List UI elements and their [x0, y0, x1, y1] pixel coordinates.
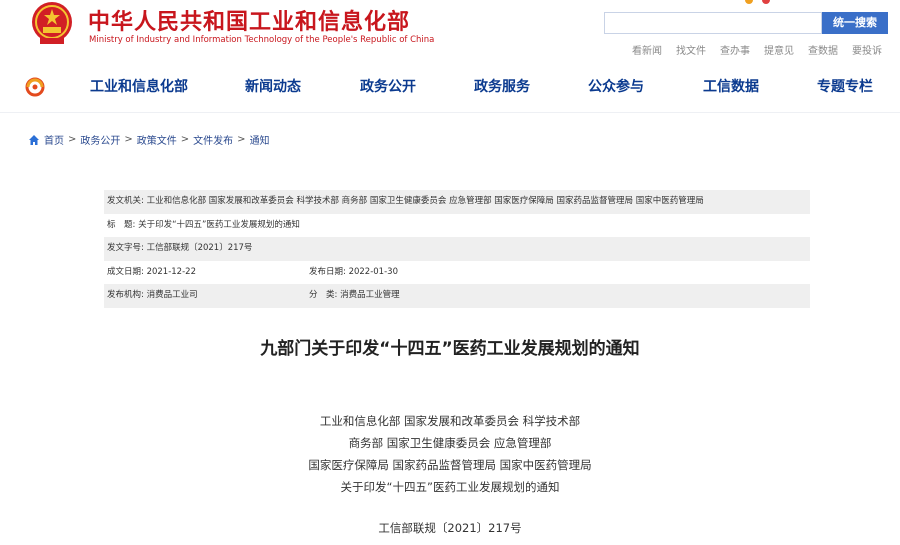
meta-row-agency: 发布机构: 消费品工业司 分 类: 消费品工业管理 — [104, 284, 810, 308]
meta-published-label: 发布日期: — [309, 266, 346, 277]
ministry-logo-icon[interactable] — [24, 76, 46, 98]
meta-category-label: 分 类: — [309, 290, 338, 300]
quick-link-files[interactable]: 找文件 — [676, 42, 706, 57]
site-subtitle: Ministry of Industry and Information Tec… — [89, 35, 435, 45]
quick-links: 看新闻 找文件 查办事 提意见 查数据 要投诉 — [632, 42, 882, 57]
document-line: 关于印发“十四五”医药工业发展规划的通知 — [340, 480, 560, 494]
meta-title-value: 关于印发“十四五”医药工业发展规划的通知 — [138, 219, 300, 230]
document-line: 商务部 国家卫生健康委员会 应急管理部 — [348, 436, 552, 450]
site-title[interactable]: 中华人民共和国工业和信息化部 — [88, 4, 410, 36]
nav-item-ministry[interactable]: 工业和信息化部 — [90, 76, 188, 96]
meta-published-cell: 发布日期: 2022-01-30 — [309, 261, 398, 285]
meta-agency-value: 消费品工业司 — [146, 290, 198, 300]
meta-row-title: 标 题: 关于印发“十四五”医药工业发展规划的通知 — [104, 214, 810, 238]
breadcrumb: 首页 > 政务公开 > 政策文件 > 文件发布 > 通知 — [28, 132, 270, 147]
site-header: 中华人民共和国工业和信息化部 Ministry of Industry and … — [0, 0, 900, 62]
header-divider — [0, 112, 900, 113]
breadcrumb-separator: > — [68, 134, 77, 145]
meta-category-value: 消费品工业管理 — [340, 290, 400, 300]
search-input[interactable] — [604, 12, 822, 34]
meta-issuer-value: 工业和信息化部 国家发展和改革委员会 科学技术部 商务部 国家卫生健康委员会 应… — [146, 196, 704, 206]
national-emblem-icon[interactable] — [28, 0, 76, 48]
breadcrumb-separator: > — [180, 134, 190, 145]
breadcrumb-notice[interactable]: 通知 — [250, 132, 270, 147]
nav-item-public-participation[interactable]: 公众参与 — [588, 76, 644, 96]
breadcrumb-separator: > — [124, 134, 133, 145]
breadcrumb-policy-files[interactable]: 政策文件 — [137, 132, 177, 147]
nav-item-data[interactable]: 工信数据 — [703, 76, 759, 96]
quick-link-news[interactable]: 看新闻 — [632, 42, 662, 57]
document-line: 工业和信息化部 国家发展和改革委员会 科学技术部 — [319, 414, 581, 428]
meta-created-value: 2021-12-22 — [146, 266, 196, 277]
meta-agency-label: 发布机构: — [107, 290, 144, 300]
document-header-lines: 工业和信息化部 国家发展和改革委员会 科学技术部 商务部 国家卫生健康委员会 应… — [0, 410, 900, 498]
document-meta-table: 发文机关: 工业和信息化部 国家发展和改革委员会 科学技术部 商务部 国家卫生健… — [104, 190, 810, 308]
meta-published-value: 2022-01-30 — [348, 266, 398, 277]
quick-link-services[interactable]: 查办事 — [720, 42, 750, 57]
decorative-dot — [762, 0, 770, 4]
meta-issuer-label: 发文机关: — [107, 196, 144, 206]
document-number: 工信部联规〔2021〕217号 — [378, 521, 522, 535]
nav-item-gov-affairs[interactable]: 政务公开 — [360, 76, 416, 96]
meta-row-docno: 发文字号: 工信部联规〔2021〕217号 — [104, 237, 810, 261]
main-nav: 工业和信息化部 新闻动态 政务公开 政务服务 公众参与 工信数据 专题专栏 — [0, 70, 900, 104]
breadcrumb-separator: > — [237, 134, 246, 145]
breadcrumb-home[interactable]: 首页 — [44, 132, 64, 147]
nav-item-gov-services[interactable]: 政务服务 — [474, 76, 530, 96]
meta-row-issuer: 发文机关: 工业和信息化部 国家发展和改革委员会 科学技术部 商务部 国家卫生健… — [104, 190, 810, 214]
document-title: 九部门关于印发“十四五”医药工业发展规划的通知 — [260, 339, 640, 359]
home-icon[interactable] — [28, 134, 40, 146]
meta-created-label: 成文日期: — [107, 266, 144, 277]
meta-docno-value: 工信部联规〔2021〕217号 — [146, 243, 253, 253]
decorative-dot — [745, 0, 753, 4]
quick-link-complaint[interactable]: 要投诉 — [852, 42, 882, 57]
meta-row-dates: 成文日期: 2021-12-22 发布日期: 2022-01-30 — [104, 261, 810, 285]
search-button[interactable]: 统一搜索 — [822, 12, 888, 34]
meta-title-label: 标 题: — [107, 219, 136, 230]
document-line: 国家医疗保障局 国家药品监督管理局 国家中医药管理局 — [308, 458, 592, 472]
nav-item-news[interactable]: 新闻动态 — [245, 76, 301, 96]
nav-item-topics[interactable]: 专题专栏 — [817, 76, 873, 96]
quick-link-feedback[interactable]: 提意见 — [764, 42, 794, 57]
quick-link-data[interactable]: 查数据 — [808, 42, 838, 57]
breadcrumb-file-release[interactable]: 文件发布 — [193, 132, 233, 147]
breadcrumb-gov-affairs[interactable]: 政务公开 — [80, 132, 120, 147]
meta-docno-label: 发文字号: — [107, 243, 144, 253]
meta-category-cell: 分 类: 消费品工业管理 — [309, 284, 400, 308]
